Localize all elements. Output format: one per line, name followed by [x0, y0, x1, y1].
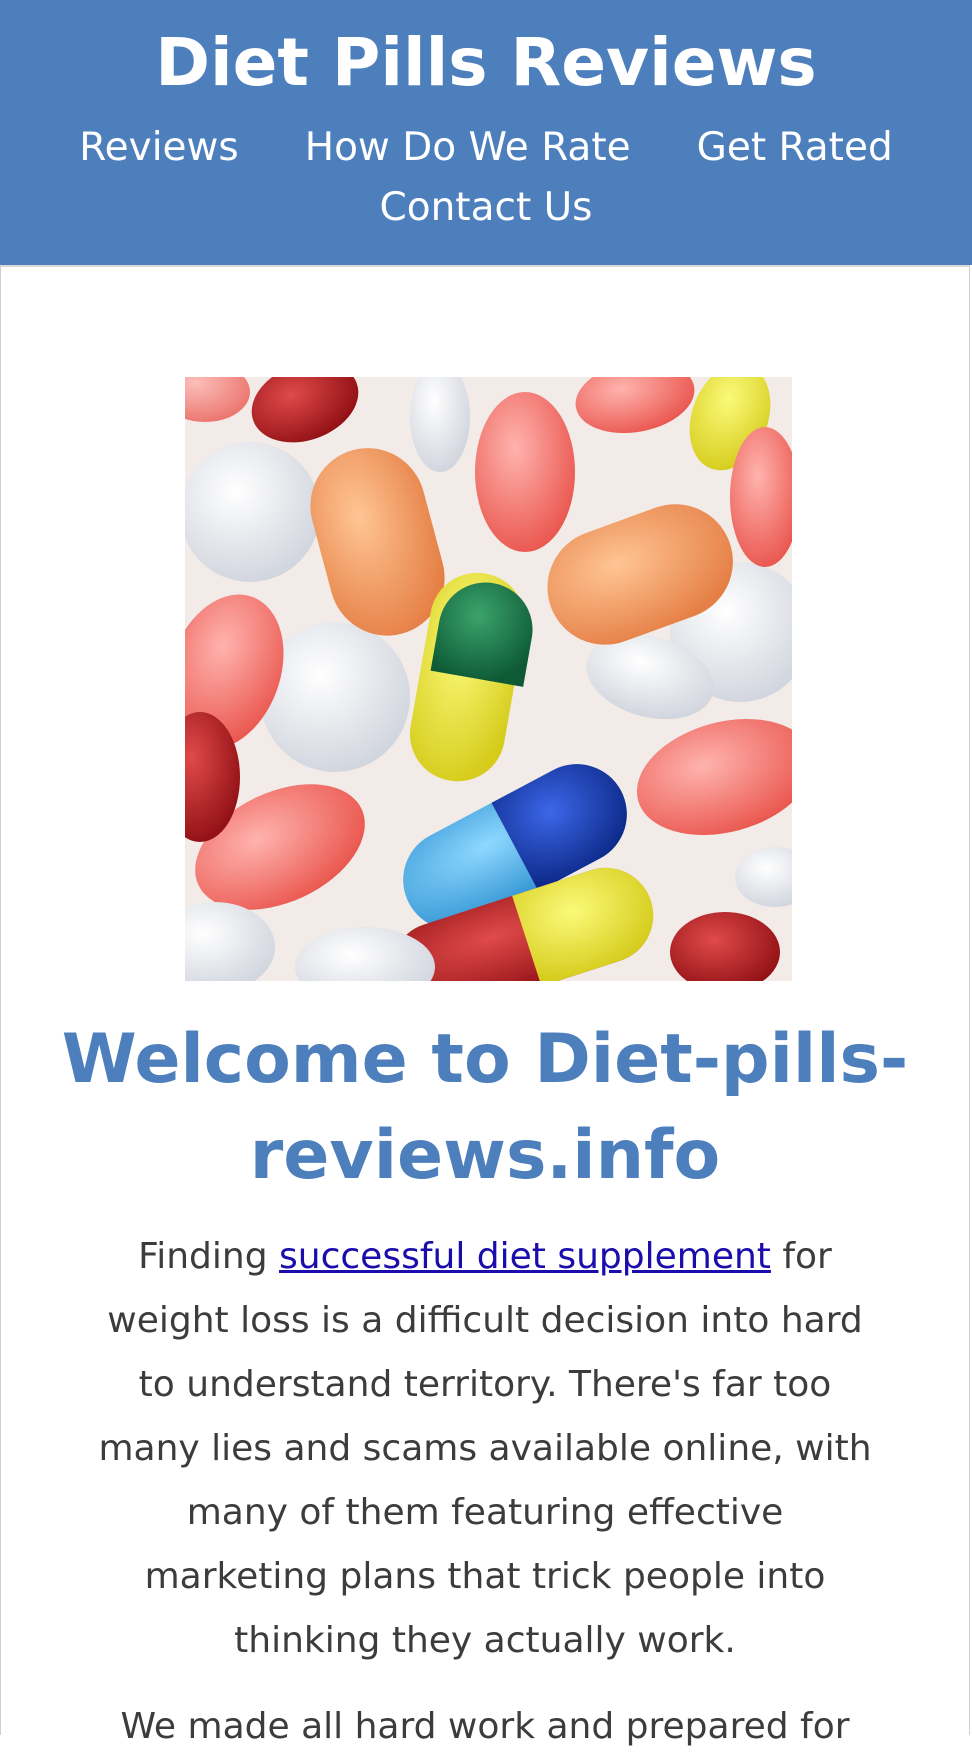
- nav-link-contact-us[interactable]: Contact Us: [380, 178, 593, 238]
- main-content: Welcome to Diet-pills-reviews.info Findi…: [0, 265, 970, 1747]
- welcome-heading: Welcome to Diet-pills-reviews.info: [61, 1020, 909, 1195]
- nav-row-2: Contact Us: [0, 178, 972, 238]
- site-header: Diet Pills Reviews Reviews How Do We Rat…: [0, 0, 972, 265]
- next-paragraph: We made all hard work and prepared for: [120, 1706, 850, 1747]
- pills-hero-image: [185, 377, 792, 981]
- intro-text-before: Finding: [138, 1236, 280, 1277]
- intro-paragraph: Finding successful diet supplement for w…: [91, 1225, 879, 1673]
- site-title[interactable]: Diet Pills Reviews: [0, 18, 972, 108]
- nav-link-how-do-we-rate[interactable]: How Do We Rate: [305, 118, 631, 178]
- pills-illustration: [185, 377, 792, 981]
- nav-link-reviews[interactable]: Reviews: [79, 118, 238, 178]
- main-nav: Reviews How Do We Rate Get Rated Contact…: [0, 118, 972, 238]
- successful-diet-supplement-link[interactable]: successful diet supplement: [279, 1236, 771, 1277]
- nav-row-1: Reviews How Do We Rate Get Rated: [0, 118, 972, 178]
- intro-text-after: for weight loss is a difficult decision …: [98, 1236, 872, 1661]
- nav-link-get-rated[interactable]: Get Rated: [697, 118, 893, 178]
